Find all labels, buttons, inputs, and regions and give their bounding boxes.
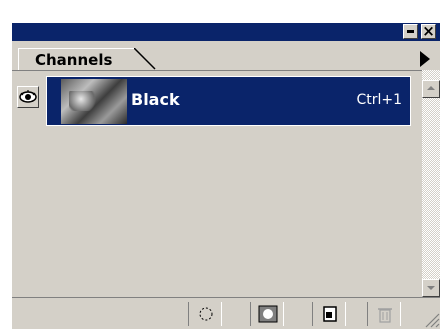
save-selection-button[interactable] [250, 302, 284, 326]
load-selection-button[interactable] [188, 302, 222, 326]
vertical-scrollbar[interactable] [422, 70, 440, 297]
scroll-up-button[interactable] [422, 80, 440, 98]
tab-channels-label: Channels [35, 51, 113, 69]
scroll-down-button[interactable] [422, 279, 440, 297]
visibility-toggle[interactable] [17, 86, 39, 108]
palette-menu-arrow-icon[interactable] [420, 51, 430, 67]
save-selection-as-channel-icon [258, 305, 278, 323]
tab-channels[interactable]: Channels [18, 48, 130, 70]
channel-thumbnail [61, 79, 127, 124]
arrow-down-icon [427, 286, 435, 290]
palette-footer [12, 297, 440, 329]
eye-icon [19, 90, 37, 103]
delete-channel-button[interactable] [367, 302, 401, 326]
new-channel-button[interactable] [312, 302, 346, 326]
new-channel-icon [323, 306, 337, 322]
channel-list: Black Ctrl+1 [12, 70, 422, 297]
close-button[interactable]: × [421, 22, 436, 40]
tab-row: Channels [12, 41, 440, 70]
load-channel-as-selection-icon [199, 307, 213, 321]
channels-palette: × Channels Black Ctrl+1 [12, 22, 440, 329]
channel-row[interactable]: Black Ctrl+1 [46, 76, 411, 126]
arrow-up-icon [427, 86, 435, 90]
resize-grip-icon[interactable] [422, 300, 440, 328]
channel-shortcut: Ctrl+1 [356, 92, 402, 108]
tab-edge [124, 48, 156, 70]
minimize-button[interactable] [403, 24, 418, 39]
delete-channel-icon [378, 308, 392, 323]
close-icon: × [422, 22, 435, 40]
channel-name: Black [131, 90, 180, 109]
palette-titlebar[interactable]: × [12, 22, 440, 41]
